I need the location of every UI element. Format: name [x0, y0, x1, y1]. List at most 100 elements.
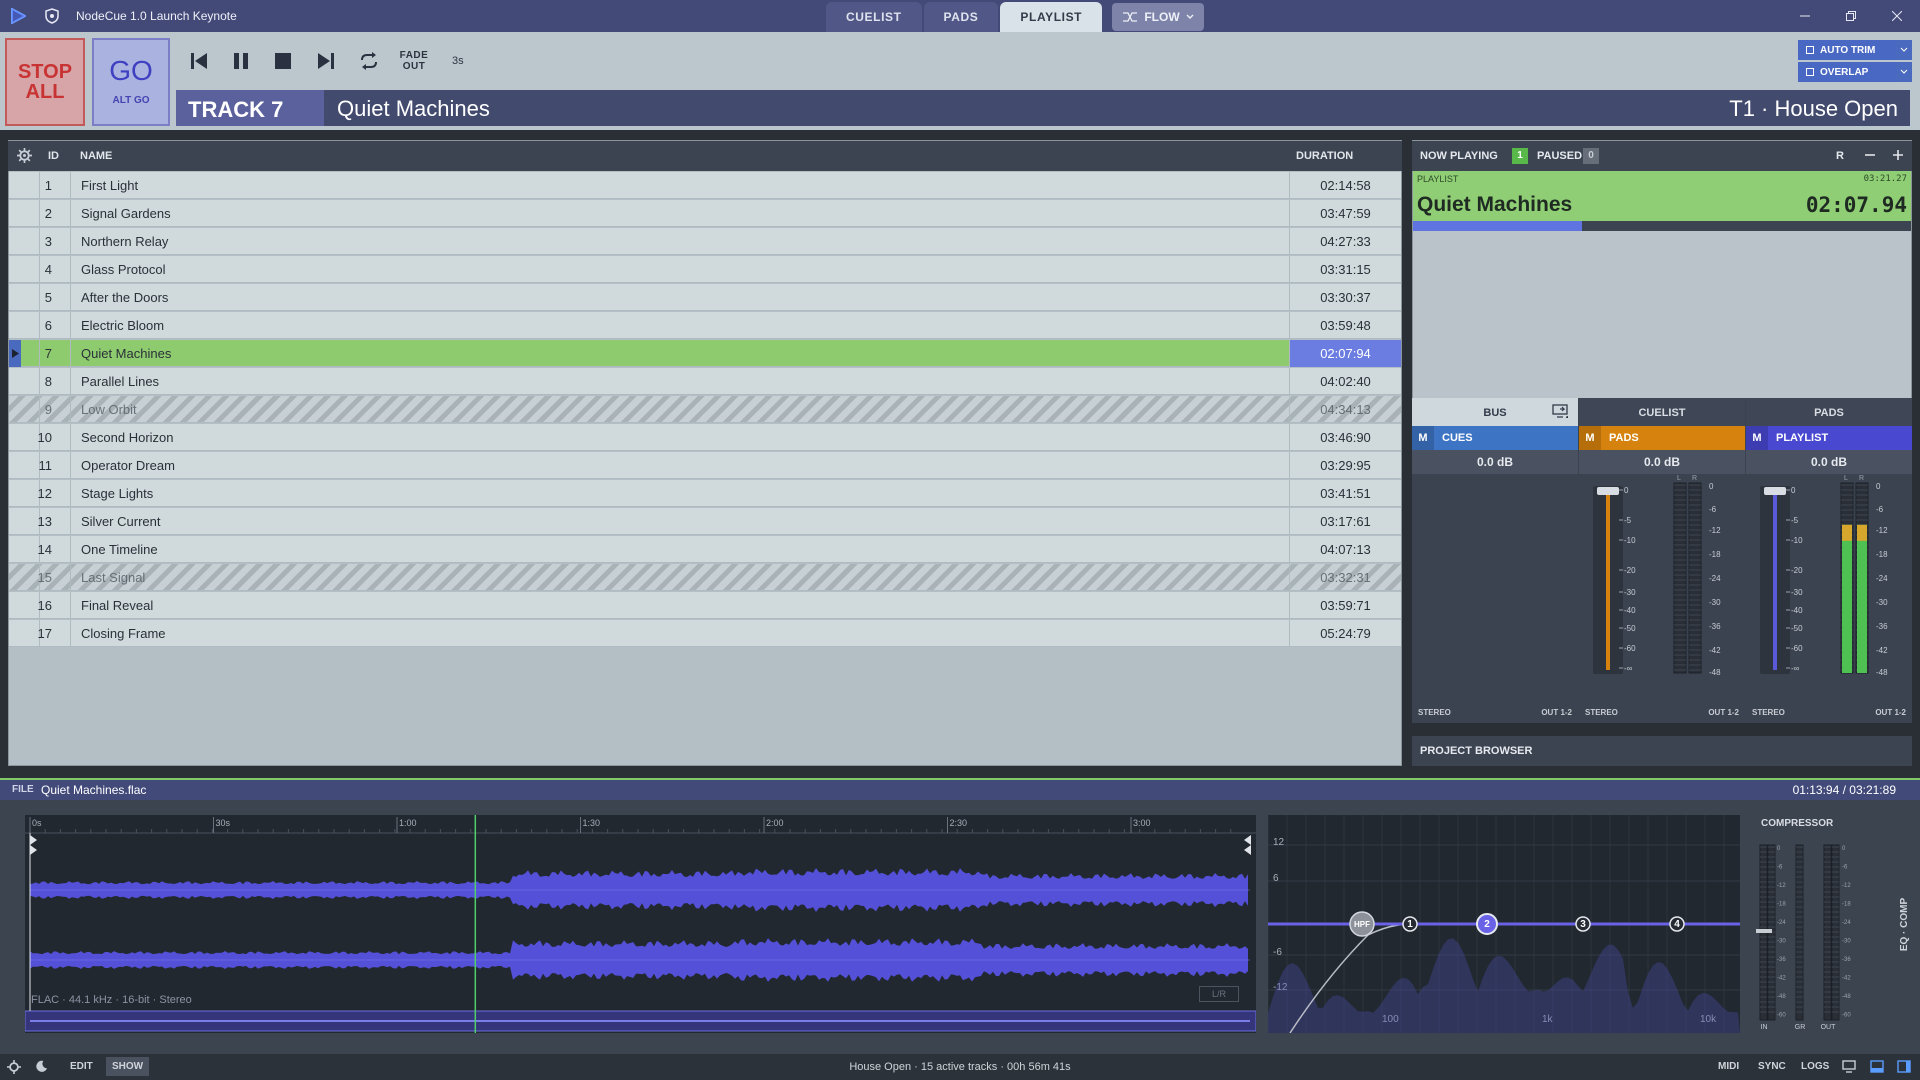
bus-db[interactable]: 0.0 dB	[1579, 450, 1745, 474]
comp-meter-label: IN	[1761, 1024, 1768, 1031]
row-duration[interactable]: 03:46:90	[1289, 424, 1401, 451]
overlap-toggle[interactable]: OVERLAP	[1798, 62, 1896, 82]
tab-pads[interactable]: PADS	[923, 2, 999, 32]
stop-all-button[interactable]: STOP ALL	[5, 38, 85, 126]
row-duration[interactable]: 03:17:61	[1289, 508, 1401, 535]
row-name: Last Signal	[81, 570, 146, 585]
sync-indicator[interactable]: SYNC	[1758, 1061, 1786, 1072]
playlist-row[interactable]: 15 Last Signal 03:32:31	[9, 564, 1401, 591]
playlist-row[interactable]: 7 Quiet Machines 02:07:94	[9, 340, 1401, 367]
maximize-button[interactable]	[1828, 0, 1874, 32]
row-duration[interactable]: 04:07:13	[1289, 536, 1401, 563]
mixer-col-header[interactable]: PADS	[1746, 398, 1912, 426]
now-playing-card[interactable]: PLAYLIST 03:21.27 Quiet Machines 02:07.9…	[1413, 171, 1911, 221]
playlist-row[interactable]: 13 Silver Current 03:17:61	[9, 508, 1401, 535]
row-duration[interactable]: 04:34:13	[1289, 396, 1401, 423]
playlist-row[interactable]: 12 Stage Lights 03:41:51	[9, 480, 1401, 507]
playlist-row[interactable]: 11 Operator Dream 03:29:95	[9, 452, 1401, 479]
r-button[interactable]: R	[1836, 150, 1844, 162]
column-id[interactable]: ID	[48, 150, 59, 162]
playlist-row[interactable]: 8 Parallel Lines 04:02:40	[9, 368, 1401, 395]
pause-button[interactable]	[224, 44, 258, 78]
flow-dropdown[interactable]: FLOW	[1112, 3, 1204, 31]
settings-gear-icon[interactable]	[17, 148, 32, 166]
waveform-view[interactable]: 0s 30s 1:00 1:30 2:00 2:30 3:00 FLAC · 44.1 kH…	[24, 815, 1257, 1033]
mixer-bus[interactable]: M PLAYLIST	[1746, 426, 1912, 450]
row-duration[interactable]: 03:59:71	[1289, 592, 1401, 619]
row-duration[interactable]: 03:31:15	[1289, 256, 1401, 283]
row-duration[interactable]: 02:14:58	[1289, 172, 1401, 199]
logs-button[interactable]: LOGS	[1801, 1061, 1829, 1072]
loop-button[interactable]	[352, 44, 386, 78]
mixer-bus[interactable]: M PADS	[1579, 426, 1745, 450]
playlist-row[interactable]: 14 One Timeline 04:07:13	[9, 536, 1401, 563]
row-duration[interactable]: 03:47:59	[1289, 200, 1401, 227]
comp-scale-label: -6	[1842, 865, 1848, 871]
row-duration[interactable]: 04:02:40	[1289, 368, 1401, 395]
sidebar-icon[interactable]	[1897, 1060, 1911, 1076]
mute-button[interactable]: M	[1412, 426, 1434, 450]
bus-db[interactable]: 0.0 dB	[1746, 450, 1912, 474]
bus-db[interactable]: 0.0 dB	[1412, 450, 1578, 474]
comp-scale-label: -30	[1777, 939, 1786, 945]
playlist-row[interactable]: 1 First Light 02:14:58	[9, 172, 1401, 199]
row-duration[interactable]: 03:32:31	[1289, 564, 1401, 591]
mute-button[interactable]: M	[1746, 426, 1768, 450]
auto-trim-dropdown[interactable]	[1896, 40, 1912, 60]
row-duration[interactable]: 03:41:51	[1289, 480, 1401, 507]
row-duration[interactable]: 03:30:37	[1289, 284, 1401, 311]
overlap-dropdown[interactable]	[1896, 62, 1912, 82]
column-duration[interactable]: DURATION	[1296, 150, 1353, 162]
playlist-row[interactable]: 3 Northern Relay 04:27:33	[9, 228, 1401, 255]
mixer-bus[interactable]: M CUES	[1412, 426, 1578, 450]
row-duration[interactable]: 05:24:79	[1289, 620, 1401, 647]
playlist-row[interactable]: 17 Closing Frame 05:24:79	[9, 620, 1401, 647]
auto-trim-toggle[interactable]: AUTO TRIM	[1798, 40, 1896, 60]
row-duration[interactable]: 03:59:48	[1289, 312, 1401, 339]
playlist-row[interactable]: 4 Glass Protocol 03:31:15	[9, 256, 1401, 283]
close-button[interactable]	[1874, 0, 1920, 32]
mixer-col-header[interactable]: CUELIST	[1579, 398, 1745, 426]
previous-button[interactable]	[182, 44, 216, 78]
channel-tag[interactable]: L/R	[1199, 986, 1239, 1002]
meter-scale-label: 0	[1709, 482, 1714, 491]
flow-icon	[1123, 12, 1138, 22]
midi-indicator[interactable]: MIDI	[1718, 1061, 1739, 1072]
trim-start-handle	[30, 835, 37, 855]
chevron-down-icon	[1900, 69, 1908, 74]
fade-time[interactable]: 3s	[452, 55, 464, 67]
playlist-row[interactable]: 9 Low Orbit 04:34:13	[9, 396, 1401, 423]
row-name: Parallel Lines	[81, 374, 160, 389]
eq-view[interactable]: 12 6 -6 -12 100 1k 10k HPF 1 2 3 4	[1267, 815, 1740, 1034]
eq-comp-side-tab[interactable]: EQ · COMP	[1896, 815, 1914, 1033]
layout-icon[interactable]	[1870, 1060, 1884, 1076]
tab-cuelist[interactable]: CUELIST	[826, 2, 922, 32]
eq-svg[interactable]: 126-6-12100 1k 10kHPF 1 2 3 4	[1267, 815, 1740, 1034]
go-button[interactable]: GO ALT GO	[92, 38, 170, 126]
fader-scale-label: -50	[1624, 624, 1636, 633]
waveform-svg[interactable]: 0s 30s 1:00 1:30 2:00 2:30 3:00	[24, 815, 1257, 1033]
next-button[interactable]	[309, 44, 343, 78]
playlist-row[interactable]: 6 Electric Bloom 03:59:48	[9, 312, 1401, 339]
row-duration[interactable]: 04:27:33	[1289, 228, 1401, 255]
playlist-row[interactable]: 16 Final Reveal 03:59:71	[9, 592, 1401, 619]
plus-icon[interactable]	[1892, 149, 1904, 164]
meter-lr-label: R	[1859, 475, 1864, 482]
row-duration[interactable]: 02:07:94	[1289, 340, 1401, 367]
mute-button[interactable]: M	[1579, 426, 1601, 450]
playlist-row[interactable]: 2 Signal Gardens 03:47:59	[9, 200, 1401, 227]
tab-playlist[interactable]: PLAYLIST	[1000, 2, 1103, 32]
row-duration[interactable]: 03:29:95	[1289, 452, 1401, 479]
minus-icon[interactable]	[1864, 149, 1876, 164]
meter-scale-label: -48	[1709, 668, 1721, 677]
screen-icon[interactable]	[1842, 1060, 1856, 1076]
output-icon[interactable]: 0-5-10-20-30-40-50-60-∞LR0-6-12-18-24-30…	[1552, 404, 1694, 607]
fade-out-button[interactable]: FADE OUT	[398, 50, 430, 72]
column-name[interactable]: NAME	[80, 150, 112, 162]
row-name: First Light	[81, 178, 139, 193]
stop-button[interactable]	[266, 44, 300, 78]
playlist-row[interactable]: 5 After the Doors 03:30:37	[9, 284, 1401, 311]
project-browser[interactable]: PROJECT BROWSER	[1412, 736, 1912, 766]
playlist-row[interactable]: 10 Second Horizon 03:46:90	[9, 424, 1401, 451]
minimize-button[interactable]	[1782, 0, 1828, 32]
